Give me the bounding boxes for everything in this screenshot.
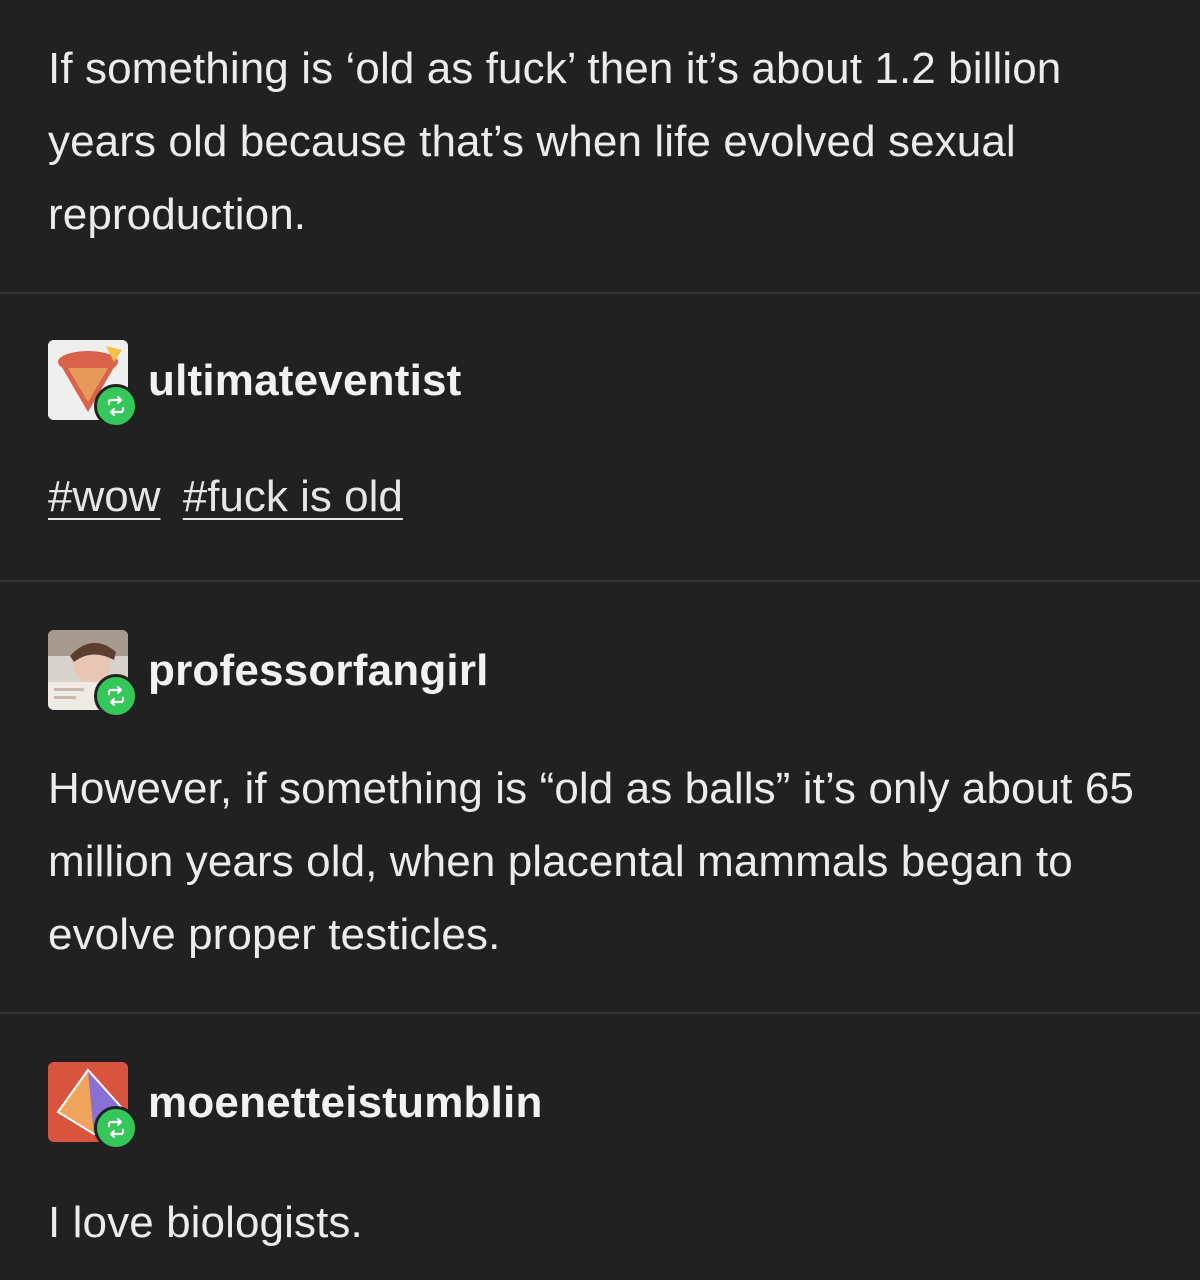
tag-wow[interactable]: #wow [48, 472, 161, 521]
reblog-header-ultimateventist: ultimateventist [48, 336, 462, 428]
reblog-icon [94, 384, 138, 428]
ice-cream-cone-avatar-icon[interactable] [48, 340, 138, 428]
geometric-shape-avatar-icon[interactable] [48, 1062, 138, 1150]
tag-fuck-is-old[interactable]: #fuck is old [183, 472, 403, 521]
tumblr-post-thread: If something is ‘old as fuck’ then it’s … [0, 0, 1200, 1280]
tag-list: #wow #fuck is old [48, 472, 413, 522]
divider [0, 580, 1200, 582]
username-professorfangirl[interactable]: professorfangirl [148, 646, 489, 696]
original-post-text: If something is ‘old as fuck’ then it’s … [48, 44, 1062, 239]
username-moenetteistumblin[interactable]: moenetteistumblin [148, 1078, 543, 1128]
reblog-header-professorfangirl: professorfangirl [48, 626, 489, 718]
person-photo-avatar-icon[interactable] [48, 630, 138, 718]
reblog-text-moenetteistumblin: I love biologists. [48, 1198, 363, 1247]
username-ultimateventist[interactable]: ultimateventist [148, 356, 462, 406]
divider [0, 292, 1200, 294]
divider [0, 1012, 1200, 1014]
reblog-icon [94, 1106, 138, 1150]
reblog-icon [94, 674, 138, 718]
reblog-header-moenetteistumblin: moenetteistumblin [48, 1058, 543, 1150]
reblog-text-professorfangirl: However, if something is “old as balls” … [48, 764, 1134, 959]
